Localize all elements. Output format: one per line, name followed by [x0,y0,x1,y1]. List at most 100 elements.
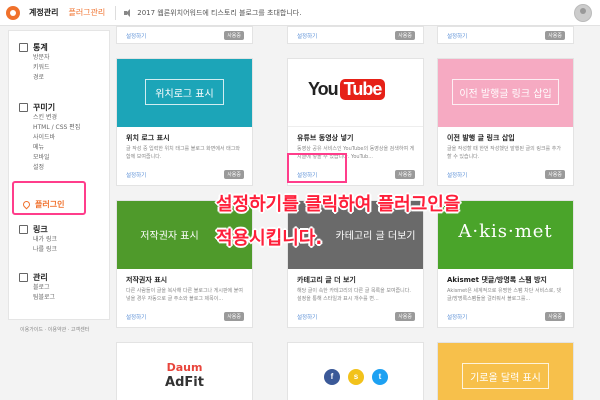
plugin-card-partial: 설정하기 사용중 [437,26,574,44]
sidebar-item-skin[interactable]: 스킨 변경 [19,113,80,123]
plugin-description: 글 작성 중 입력한 위치 태그를 블로그 화면에서 태그와 함께 보여줍니다. [126,146,240,160]
sidebar-section-stats: 통계 방문자 키워드 경로 [19,41,50,83]
notice-text[interactable]: 2017 웹론위치어워드에 티스토리 블로그를 초대합니다. [137,8,301,18]
link-icon [19,224,28,234]
sidebar-heading-label: 관리 [33,272,48,282]
twitter-icon: t [372,369,388,385]
plugin-card-partial: 설정하기 사용중 [116,26,253,44]
sidebar-item-blog[interactable]: 블로그 [19,283,55,293]
plugin-title: 카테고리 글 더 보기 [297,276,356,284]
youtube-logo-tube: Tube [339,79,386,100]
sidebar-item-sidebar[interactable]: 사이드바 [19,133,80,143]
sidebar-item-my-links[interactable]: 내가 링크 [19,235,57,245]
sidebar-heading-label: 통계 [33,42,48,52]
sidebar-heading-label: 링크 [33,224,48,234]
kakaostory-icon: s [348,369,364,385]
status-badge: 사용중 [545,31,565,40]
sidebar-item-menu[interactable]: 메뉴 [19,143,80,153]
plugin-manage-link[interactable]: 플러그관리 [68,7,105,18]
adfit-logo: AdFit [165,375,204,390]
plugin-card-social: f s t [287,342,424,400]
settings-link[interactable]: 설정하기 [297,313,317,321]
sidebar-section-link: 링크 내가 링크 나를 링크 [19,223,57,255]
instruction-line: 적용시킵니다. [216,228,323,249]
sidebar-item-links-to-me[interactable]: 나를 링크 [19,245,57,255]
daum-text: Daum [166,361,203,374]
sidebar-item-keywords[interactable]: 키워드 [19,63,50,73]
plugin-description: 해당 글이 속한 카테고리의 다른 글 목록을 보여줍니다. 설정을 통해 스타… [297,288,411,302]
settings-link[interactable]: 설정하기 [297,32,317,40]
settings-link[interactable]: 설정하기 [447,32,467,40]
plugin-description: 글을 작성할 때 한번 작성했던 발행된 글의 링크를 추가할 수 있습니다. [447,146,561,160]
plugin-card-previous-post-link: 이전 발행글 링크 삽입 이전 발행 글 링크 삽입 글을 작성할 때 한번 작… [437,58,574,186]
plugin-title: Akismet 댓글/방명록 스팸 방지 [447,276,547,284]
gear-icon [19,272,28,282]
settings-link[interactable]: 설정하기 [126,313,146,321]
daum-logo: Daum [117,361,252,374]
status-badge: 사용중 [224,31,244,40]
tistory-logo-icon[interactable] [6,5,20,20]
sidebar-section-manage: 관리 블로그 팀블로그 [19,271,55,303]
sidebar-item-html-css[interactable]: HTML / CSS 편집 [19,123,80,133]
thumbnail-text: 기로올 달력 표시 [470,373,541,384]
sidebar-heading-decorate[interactable]: 꾸미기 [19,101,80,113]
youtube-logo: You Tube [308,79,386,100]
plugin-thumbnail[interactable]: 이전 발행글 링크 삽입 [438,59,573,127]
plugin-title: 이전 발행 글 링크 삽입 [447,134,515,142]
sidebar-heading-manage[interactable]: 관리 [19,271,55,283]
status-badge: 사용중 [395,31,415,40]
sidebar-item-label: 플러그인 [35,200,65,209]
plugin-thumbnail[interactable]: You Tube [288,59,423,127]
instruction-overlay: 설정하기를 클릭하여 플러그인을 적용시킵니다. [216,188,460,256]
sidebar-item-settings[interactable]: 설정 [19,163,80,173]
status-badge: 사용중 [224,170,244,179]
top-bar: 계정관리 플러그관리 2017 웹론위치어워드에 티스토리 블로그를 초대합니다… [0,0,600,26]
sidebar-item-visitors[interactable]: 방문자 [19,53,50,63]
settings-link[interactable]: 설정하기 [126,32,146,40]
chart-icon [19,42,28,52]
avatar[interactable] [574,4,592,22]
thumbnail-text: 위치로그 표시 [155,89,214,100]
sidebar-item-plugin[interactable]: 플러그인 [21,199,65,210]
settings-link[interactable]: 설정하기 [447,313,467,321]
youtube-logo-you: You [308,79,339,99]
plugin-thumbnail[interactable]: 기로올 달력 표시 [438,343,573,400]
brush-icon [19,102,28,112]
status-badge: 사용중 [224,312,244,321]
sidebar-item-referrers[interactable]: 경로 [19,73,50,83]
plugin-card-calendar: 기로올 달력 표시 [437,342,574,400]
plugin-card-location-log: 위치로그 표시 위치 로그 표시 글 작성 중 입력한 위치 태그를 블로그 화… [116,58,253,186]
plugin-title: 위치 로그 표시 [126,134,170,142]
plugin-thumbnail[interactable]: 위치로그 표시 [117,59,252,127]
sidebar-heading-label: 꾸미기 [33,102,56,112]
thumbnail-text: 이전 발행글 링크 삽입 [459,89,552,100]
plugin-title: 유튜브 동영상 넣기 [297,134,354,142]
plugin-thumbnail[interactable]: f s t [288,343,423,400]
sidebar-section-decorate: 꾸미기 스킨 변경 HTML / CSS 편집 사이드바 메뉴 모바일 설정 [19,101,80,173]
account-manage-link[interactable]: 계정관리 [29,7,58,18]
plugin-description: Akismet은 세계적으로 유명한 스팸 차단 서비스로, 댓글/방명록스팸들… [447,288,562,302]
plugin-icon [21,199,32,210]
settings-link-highlight-box [287,153,347,183]
speaker-icon [124,8,132,17]
sidebar-item-mobile[interactable]: 모바일 [19,153,80,163]
status-badge: 사용중 [545,312,565,321]
sidebar-footer[interactable]: 이용가이드 · 이용약관 · 고객센터 [20,326,89,333]
plugin-card-partial: 설정하기 사용중 [287,26,424,44]
plugin-description: 다른 사람들이 글을 복사해 다른 블로그나 게시판에 붙여넣을 경우 자동으로… [126,288,243,302]
status-badge: 사용중 [545,170,565,179]
plugin-card-adfit: Daum AdFit [116,342,253,400]
sidebar-heading-stats[interactable]: 통계 [19,41,50,53]
plugin-title: 저작권자 표시 [126,276,168,284]
instruction-line: 설정하기를 클릭하여 플러그인을 [216,194,461,215]
facebook-icon: f [324,369,340,385]
settings-link[interactable]: 설정하기 [447,171,467,179]
sidebar-heading-link[interactable]: 링크 [19,223,57,235]
divider [115,5,117,20]
sidebar-item-team-blog[interactable]: 팀블로그 [19,293,55,303]
status-badge: 사용중 [395,312,415,321]
plugin-thumbnail[interactable]: Daum AdFit [117,343,252,400]
sidebar: 통계 방문자 키워드 경로 꾸미기 스킨 변경 HTML / CSS 편집 사이… [8,30,110,320]
settings-link[interactable]: 설정하기 [126,171,146,179]
status-badge: 사용중 [395,170,415,179]
